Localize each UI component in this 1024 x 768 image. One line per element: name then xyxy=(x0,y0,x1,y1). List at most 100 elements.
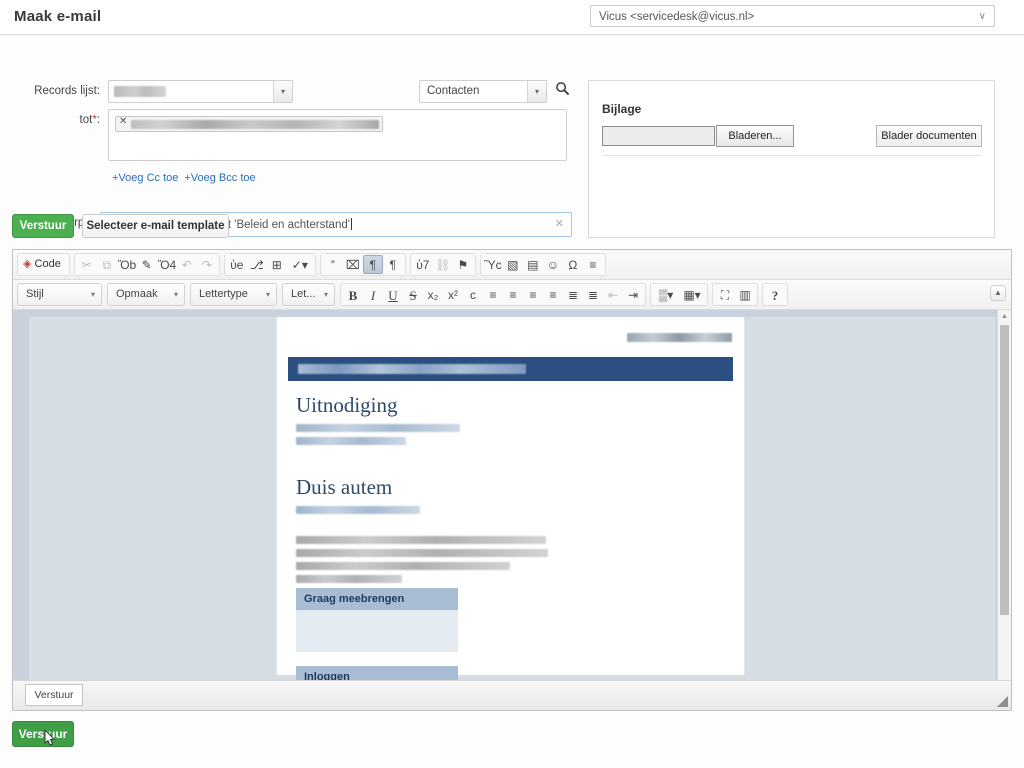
chevron-down-icon: ▾ xyxy=(91,284,95,305)
help-icon[interactable]: ? xyxy=(765,285,785,304)
records-list-select[interactable]: ▾ xyxy=(108,80,293,103)
search-icon[interactable] xyxy=(551,80,573,103)
editor-toolbar-row-2: Stijl ▾ Opmaak ▾ Lettertype ▾ Let... ▾ B I U Sx₂ x² ὘… xyxy=(13,280,1011,310)
paste-word-icon[interactable]: Ὄ4 xyxy=(157,255,177,274)
recipients-field[interactable]: ✕ xyxy=(108,109,567,161)
fontsize-combo[interactable]: Let... ▾ xyxy=(282,283,335,306)
toolbar-group-source: ◈ Code xyxy=(17,253,70,276)
source-code-button[interactable]: ◈ Code xyxy=(20,255,67,274)
anchor-icon[interactable]: ⚑ xyxy=(453,255,473,274)
format-combo[interactable]: Opmaak ▾ xyxy=(107,283,185,306)
email-redacted-text xyxy=(296,575,402,583)
rich-text-editor: ◈ Code ✂ ⧉ Ὄb ✎ Ὄ4 ↶ ↷ ὐe ⎇ ⊞ ✓▾” ⌧ ¶ ¶ ὑ7 ⛓ ⚑ Ὓc ▧ ▤ ☺ Ω ≡ Sti… xyxy=(12,249,1012,711)
chevron-down-icon: ▾ xyxy=(174,284,178,305)
scrollbar-thumb[interactable] xyxy=(1000,325,1009,615)
scroll-up-icon[interactable]: ▲ xyxy=(998,310,1011,323)
select-all-icon[interactable]: ⊞ xyxy=(267,255,287,274)
browse-button[interactable]: Bladeren... xyxy=(716,125,794,147)
email-redacted-text xyxy=(296,562,510,570)
unlink-icon: ⛓ xyxy=(433,255,453,274)
replace-icon[interactable]: ⎇ xyxy=(247,255,267,274)
records-list-value-redacted xyxy=(114,86,166,97)
page-break-icon[interactable]: ≡ xyxy=(583,255,603,274)
elements-path-item[interactable]: Verstuur xyxy=(25,684,83,706)
copy-icon: ⧉ xyxy=(97,255,117,274)
paste-text-icon[interactable]: ✎ xyxy=(137,255,157,274)
recipient-chip[interactable]: ✕ xyxy=(115,116,383,132)
align-left-icon[interactable]: ≡ xyxy=(483,285,503,304)
add-bcc-link[interactable]: +Voeg Bcc toe xyxy=(184,172,255,184)
style-combo[interactable]: Stijl ▾ xyxy=(17,283,102,306)
align-justify-icon[interactable]: ≡ xyxy=(543,285,563,304)
align-center-icon[interactable]: ≡ xyxy=(503,285,523,304)
remove-format-icon[interactable]: ⌧ xyxy=(343,255,363,274)
close-icon[interactable]: ✕ xyxy=(119,116,127,127)
blockquote-icon[interactable]: ” xyxy=(323,255,343,274)
bulleted-list-icon[interactable]: ≣ xyxy=(583,285,603,304)
maximize-icon[interactable]: ⛶ xyxy=(715,285,735,304)
find-icon[interactable]: ὐe xyxy=(227,255,247,274)
link-icon[interactable]: ὑ7 xyxy=(413,255,433,274)
font-combo[interactable]: Lettertype ▾ xyxy=(190,283,277,306)
font-combo-label: Lettertype xyxy=(199,288,248,300)
records-list-dropdown-arrow[interactable]: ▾ xyxy=(273,81,292,102)
strikethrough-icon[interactable]: S xyxy=(403,285,423,304)
copy-formatting-icon[interactable]: ὘c xyxy=(463,285,483,304)
editor-vertical-scrollbar[interactable]: ▲ ▼ xyxy=(997,310,1011,710)
text-direction-ltr-icon[interactable]: ¶ xyxy=(363,255,383,274)
editor-canvas-pane: Uitnodiging Duis autem Graag meebrengen … xyxy=(29,317,995,710)
chevron-down-icon: ▾ xyxy=(266,284,270,305)
fontsize-combo-label: Let... xyxy=(291,288,315,300)
editor-canvas[interactable]: Uitnodiging Duis autem Graag meebrengen … xyxy=(13,310,1011,710)
show-blocks-icon[interactable]: ▥ xyxy=(735,285,755,304)
smiley-icon[interactable]: ☺ xyxy=(543,255,563,274)
email-form: Records lijst: ▾ Contacten ▾ tot*: ✕ +Vo… xyxy=(0,35,1024,240)
numbered-list-icon[interactable]: ≣ xyxy=(563,285,583,304)
italic-icon[interactable]: I xyxy=(363,285,383,304)
browse-documents-button[interactable]: Blader documenten xyxy=(876,125,982,147)
align-right-icon[interactable]: ≡ xyxy=(523,285,543,304)
collapse-toolbar-icon[interactable]: ▲ xyxy=(990,285,1006,301)
action-bar: Verstuur Selecteer e-mail template xyxy=(0,214,1024,242)
editor-toolbar-row-1: ◈ Code ✂ ⧉ Ὄb ✎ Ὄ4 ↶ ↷ ὐe ⎇ ⊞ ✓▾” ⌧ ¶ ¶ ὑ7 ⛓ ⚑ Ὓc ▧ ▤ ☺ Ω ≡ xyxy=(13,250,1011,280)
style-combo-label: Stijl xyxy=(26,288,44,300)
underline-icon[interactable]: U xyxy=(383,285,403,304)
text-direction-rtl-icon[interactable]: ¶ xyxy=(383,255,403,274)
resize-handle[interactable] xyxy=(997,696,1008,707)
chevron-down-icon: ∨ xyxy=(979,6,986,28)
subscript-icon[interactable]: x₂ xyxy=(423,285,443,304)
background-color-icon[interactable]: ▦▾ xyxy=(679,285,705,304)
indent-icon[interactable]: ⇥ xyxy=(623,285,643,304)
paste-icon[interactable]: Ὄb xyxy=(117,255,137,274)
attachment-file-input[interactable] xyxy=(602,126,715,146)
undo-icon: ↶ xyxy=(177,255,197,274)
format-combo-label: Opmaak xyxy=(116,288,158,300)
page-header: Maak e-mail Vicus <servicedesk@vicus.nl>… xyxy=(0,0,1024,35)
attachment-divider xyxy=(602,155,982,156)
send-button-bottom[interactable]: Verstuur xyxy=(12,721,74,747)
email-left-column: Uitnodiging Duis autem xyxy=(288,393,560,588)
outdent-icon: ⇤ xyxy=(603,285,623,304)
send-button[interactable]: Verstuur xyxy=(12,214,74,238)
special-char-icon[interactable]: Ω xyxy=(563,255,583,274)
table-insert-icon[interactable]: ▤ xyxy=(523,255,543,274)
email-redacted-text xyxy=(296,437,406,445)
cc-bcc-links: +Voeg Cc toe +Voeg Bcc toe xyxy=(112,172,262,184)
superscript-icon[interactable]: x² xyxy=(443,285,463,304)
sender-address-select[interactable]: Vicus <servicedesk@vicus.nl> ∨ xyxy=(590,5,995,27)
text-color-icon[interactable]: ▒▾ xyxy=(653,285,679,304)
page-title: Maak e-mail xyxy=(14,8,101,25)
flash-icon[interactable]: ▧ xyxy=(503,255,523,274)
editor-footer: Verstuur xyxy=(13,680,1011,710)
redo-icon: ↷ xyxy=(197,255,217,274)
add-cc-link[interactable]: +Voeg Cc toe xyxy=(112,172,178,184)
contacten-select[interactable]: Contacten ▾ xyxy=(419,80,547,103)
contacten-dropdown-arrow[interactable]: ▾ xyxy=(527,81,546,102)
bold-icon[interactable]: B xyxy=(343,285,363,304)
create-email-page: Maak e-mail Vicus <servicedesk@vicus.nl>… xyxy=(0,0,1024,768)
email-box-1-body xyxy=(296,610,458,652)
email-redacted-text xyxy=(296,424,460,432)
spellcheck-icon[interactable]: ✓▾ xyxy=(287,255,313,274)
select-email-template-button[interactable]: Selecteer e-mail template xyxy=(82,214,229,238)
image-icon[interactable]: Ὓc xyxy=(483,255,503,274)
